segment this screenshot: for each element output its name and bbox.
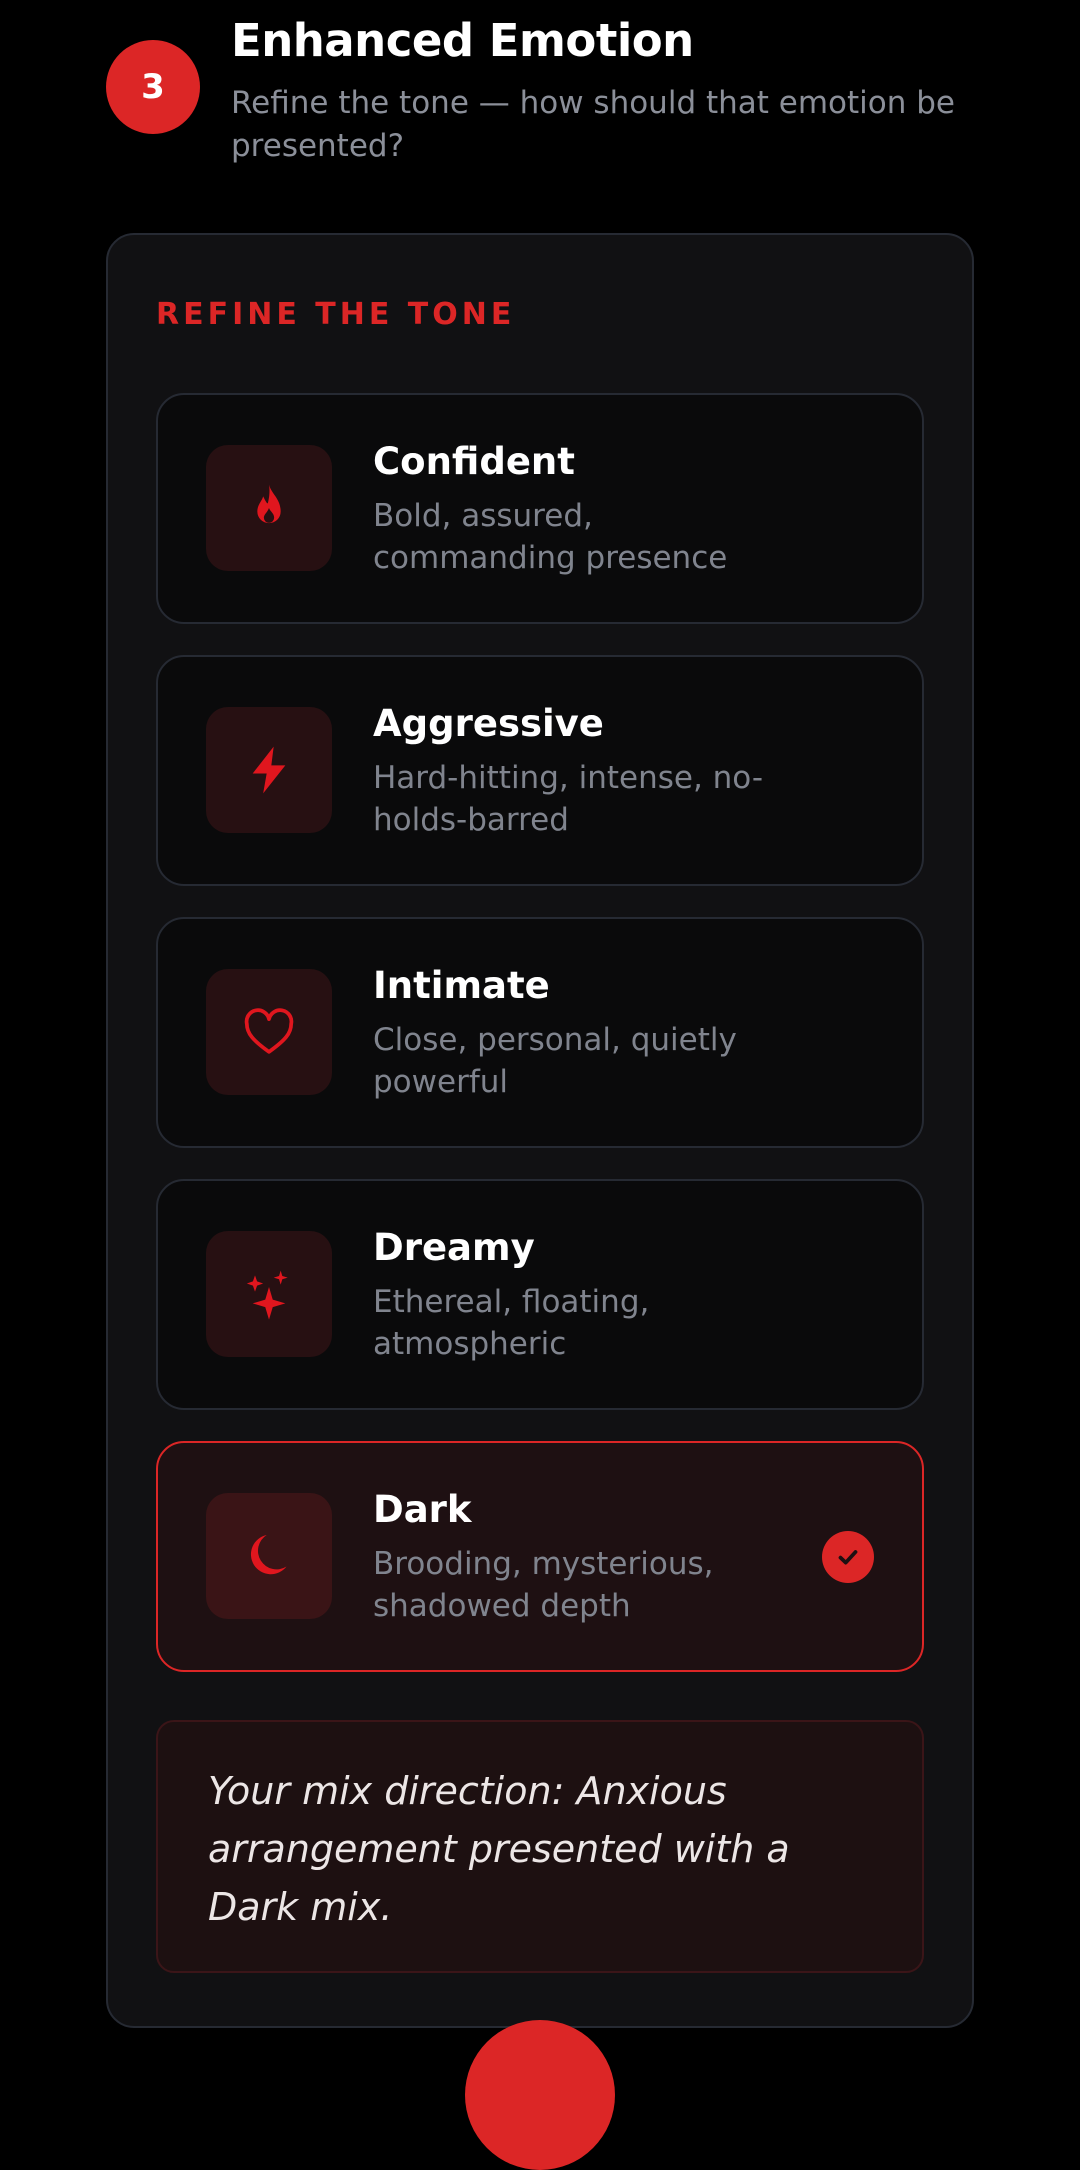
step-number-badge: 3: [106, 40, 200, 134]
option-description: Close, personal, quietly powerful: [373, 1022, 737, 1100]
step-header: 3 Enhanced Emotion Refine the tone — how…: [0, 0, 1080, 200]
option-label: Dreamy: [373, 1226, 535, 1269]
option-confident[interactable]: Confident Bold, assured, commanding pres…: [156, 393, 924, 624]
check-icon: [822, 1531, 874, 1583]
option-icon-box: [206, 445, 332, 571]
mix-direction-text: Your mix direction: Anxious arrangement …: [208, 1769, 790, 1929]
option-intimate[interactable]: Intimate Close, personal, quietly powerf…: [156, 917, 924, 1148]
option-aggressive[interactable]: Aggressive Hard-hitting, intense, no-hol…: [156, 655, 924, 886]
option-icon-box: [206, 1493, 332, 1619]
sparkles-icon: [246, 1270, 288, 1320]
moon-icon: [250, 1535, 287, 1575]
mix-direction-box: Your mix direction: Anxious arrangement …: [156, 1720, 924, 1973]
option-label: Intimate: [373, 964, 550, 1007]
option-icon-box: [206, 1231, 332, 1357]
option-icon-box: [206, 707, 332, 833]
flame-icon: [257, 484, 281, 524]
heart-icon: [244, 1008, 294, 1054]
lightning-icon: [252, 746, 286, 794]
option-dreamy[interactable]: Dreamy Ethereal, floating, atmospheric: [156, 1179, 924, 1410]
option-description: Bold, assured, commanding presence: [373, 498, 728, 576]
tone-panel: REFINE THE TONE Confident Bold, assured,…: [106, 233, 974, 2028]
option-icon-box: [206, 969, 332, 1095]
next-button[interactable]: [465, 2020, 615, 2170]
step-title: Enhanced Emotion: [231, 14, 694, 67]
option-dark[interactable]: Dark Brooding, mysterious, shadowed dept…: [156, 1441, 924, 1672]
option-label: Dark: [373, 1488, 472, 1531]
option-description: Brooding, mysterious, shadowed depth: [373, 1546, 714, 1624]
step-subtitle: Refine the tone — how should that emotio…: [231, 85, 956, 164]
option-label: Aggressive: [373, 702, 604, 745]
option-description: Hard-hitting, intense, no-holds-barred: [373, 760, 764, 838]
panel-heading: REFINE THE TONE: [156, 297, 516, 332]
option-description: Ethereal, floating, atmospheric: [373, 1284, 650, 1362]
option-label: Confident: [373, 440, 575, 483]
